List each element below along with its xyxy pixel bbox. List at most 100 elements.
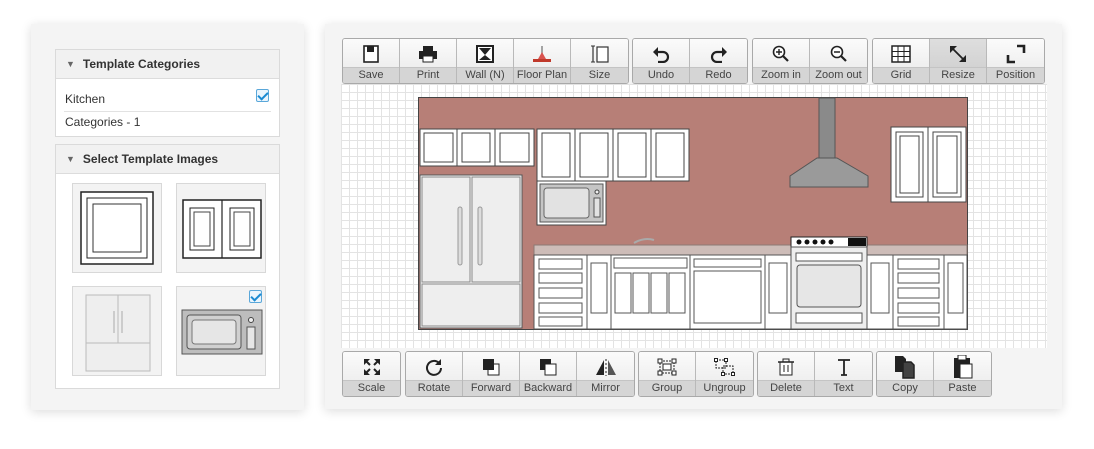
category-label: Kitchen bbox=[65, 92, 106, 106]
scale-icon bbox=[363, 359, 380, 375]
text-icon bbox=[837, 359, 850, 376]
file-toolbar-group: Save Print Wall (N) Floor Plan Size bbox=[342, 38, 629, 84]
grid-label: Grid bbox=[873, 67, 929, 83]
template-thumb-microwave[interactable] bbox=[176, 286, 266, 376]
single-cabinet-image bbox=[80, 191, 154, 265]
view-toolbar-group: Grid Resize Position bbox=[872, 38, 1045, 84]
design-editor: Save Print Wall (N) Floor Plan Size Undo… bbox=[325, 24, 1062, 409]
template-categories-title: Template Categories bbox=[82, 57, 201, 71]
double-cabinet-image bbox=[182, 199, 262, 259]
microwave[interactable] bbox=[536, 180, 607, 226]
zoom-in-label: Zoom in bbox=[753, 67, 809, 83]
forward-icon bbox=[483, 359, 500, 376]
grid-icon bbox=[891, 45, 911, 63]
backward-label: Backward bbox=[520, 380, 576, 396]
mirror-icon bbox=[595, 359, 616, 376]
floor-plan-icon bbox=[533, 46, 551, 62]
forward-label: Forward bbox=[463, 380, 519, 396]
template-images-header[interactable]: ▼ Select Template Images bbox=[56, 145, 279, 174]
paste-icon bbox=[953, 355, 972, 379]
refrigerator[interactable] bbox=[419, 174, 523, 329]
template-images-panel: ▼ Select Template Images bbox=[55, 144, 280, 389]
scale-toolbar-group: Scale bbox=[342, 351, 401, 397]
wall-button[interactable]: Wall (N) bbox=[457, 39, 514, 83]
kitchen-elevation[interactable] bbox=[418, 97, 968, 330]
floor-plan-button[interactable]: Floor Plan bbox=[514, 39, 571, 83]
copy-icon bbox=[895, 356, 915, 379]
save-button[interactable]: Save bbox=[343, 39, 400, 83]
delete-icon bbox=[778, 358, 794, 376]
rotate-button[interactable]: Rotate bbox=[406, 352, 463, 396]
category-count-label: Categories - 1 bbox=[65, 115, 141, 129]
ungroup-button[interactable]: Ungroup bbox=[696, 352, 753, 396]
size-icon bbox=[590, 45, 609, 63]
category-item-count: Categories - 1 bbox=[56, 112, 279, 132]
print-button[interactable]: Print bbox=[400, 39, 457, 83]
undo-icon bbox=[653, 47, 670, 63]
paste-label: Paste bbox=[934, 380, 991, 396]
redo-label: Redo bbox=[690, 67, 747, 83]
microwave-selected-checkbox[interactable] bbox=[249, 290, 262, 303]
mirror-label: Mirror bbox=[577, 380, 634, 396]
print-icon bbox=[419, 46, 437, 63]
paste-button[interactable]: Paste bbox=[934, 352, 991, 396]
base-cabinets[interactable] bbox=[533, 246, 968, 330]
zoom-toolbar-group: Zoom in Zoom out bbox=[752, 38, 868, 84]
save-icon bbox=[363, 45, 379, 63]
redo-icon bbox=[710, 47, 727, 63]
ungroup-icon bbox=[713, 358, 735, 376]
scale-label: Scale bbox=[343, 380, 400, 396]
group-toolbar-group: Group Ungroup bbox=[638, 351, 754, 397]
history-toolbar-group: Undo Redo bbox=[632, 38, 748, 84]
text-button[interactable]: Text bbox=[815, 352, 872, 396]
position-label: Position bbox=[987, 67, 1044, 83]
rotate-icon bbox=[426, 359, 442, 376]
group-button[interactable]: Group bbox=[639, 352, 696, 396]
undo-button[interactable]: Undo bbox=[633, 39, 690, 83]
position-button[interactable]: Position bbox=[987, 39, 1044, 83]
category-item-kitchen[interactable]: Kitchen bbox=[56, 87, 279, 111]
refrigerator-image bbox=[85, 294, 151, 372]
template-categories-header[interactable]: ▼ Template Categories bbox=[56, 50, 279, 79]
arrange-toolbar-group: Rotate Forward Backward Mirror bbox=[405, 351, 635, 397]
zoom-out-button[interactable]: Zoom out bbox=[810, 39, 867, 83]
copy-label: Copy bbox=[877, 380, 933, 396]
backward-button[interactable]: Backward bbox=[520, 352, 577, 396]
resize-button[interactable]: Resize bbox=[930, 39, 987, 83]
redo-button[interactable]: Redo bbox=[690, 39, 747, 83]
copy-button[interactable]: Copy bbox=[877, 352, 934, 396]
scale-button[interactable]: Scale bbox=[343, 352, 400, 396]
wall-label: Wall (N) bbox=[457, 67, 513, 83]
collapse-triangle-icon[interactable]: ▼ bbox=[66, 59, 75, 69]
size-button[interactable]: Size bbox=[571, 39, 628, 83]
template-images-title: Select Template Images bbox=[82, 152, 219, 166]
resize-icon bbox=[950, 46, 966, 62]
collapse-triangle-icon[interactable]: ▼ bbox=[66, 154, 75, 164]
group-icon bbox=[657, 358, 677, 376]
mirror-button[interactable]: Mirror bbox=[577, 352, 634, 396]
resize-label: Resize bbox=[930, 67, 986, 83]
kitchen-checkbox[interactable] bbox=[256, 89, 269, 102]
save-label: Save bbox=[343, 67, 399, 83]
delete-button[interactable]: Delete bbox=[758, 352, 815, 396]
design-grid[interactable] bbox=[341, 84, 1047, 348]
template-thumb-double-cabinet[interactable] bbox=[176, 183, 266, 273]
print-label: Print bbox=[400, 67, 456, 83]
undo-label: Undo bbox=[633, 67, 689, 83]
floor-plan-label: Floor Plan bbox=[514, 67, 570, 83]
forward-button[interactable]: Forward bbox=[463, 352, 520, 396]
grid-button[interactable]: Grid bbox=[873, 39, 930, 83]
template-thumb-refrigerator[interactable] bbox=[72, 286, 162, 376]
position-icon bbox=[1006, 44, 1025, 64]
zoom-in-button[interactable]: Zoom in bbox=[753, 39, 810, 83]
backward-icon bbox=[540, 359, 557, 376]
clipboard-toolbar-group: Copy Paste bbox=[876, 351, 992, 397]
zoom-out-icon bbox=[830, 45, 847, 62]
size-label: Size bbox=[571, 67, 628, 83]
zoom-out-label: Zoom out bbox=[810, 67, 867, 83]
rotate-label: Rotate bbox=[406, 380, 462, 396]
template-thumb-single-cabinet[interactable] bbox=[72, 183, 162, 273]
edit-toolbar-group: Delete Text bbox=[757, 351, 873, 397]
text-label: Text bbox=[815, 380, 872, 396]
delete-label: Delete bbox=[758, 380, 814, 396]
